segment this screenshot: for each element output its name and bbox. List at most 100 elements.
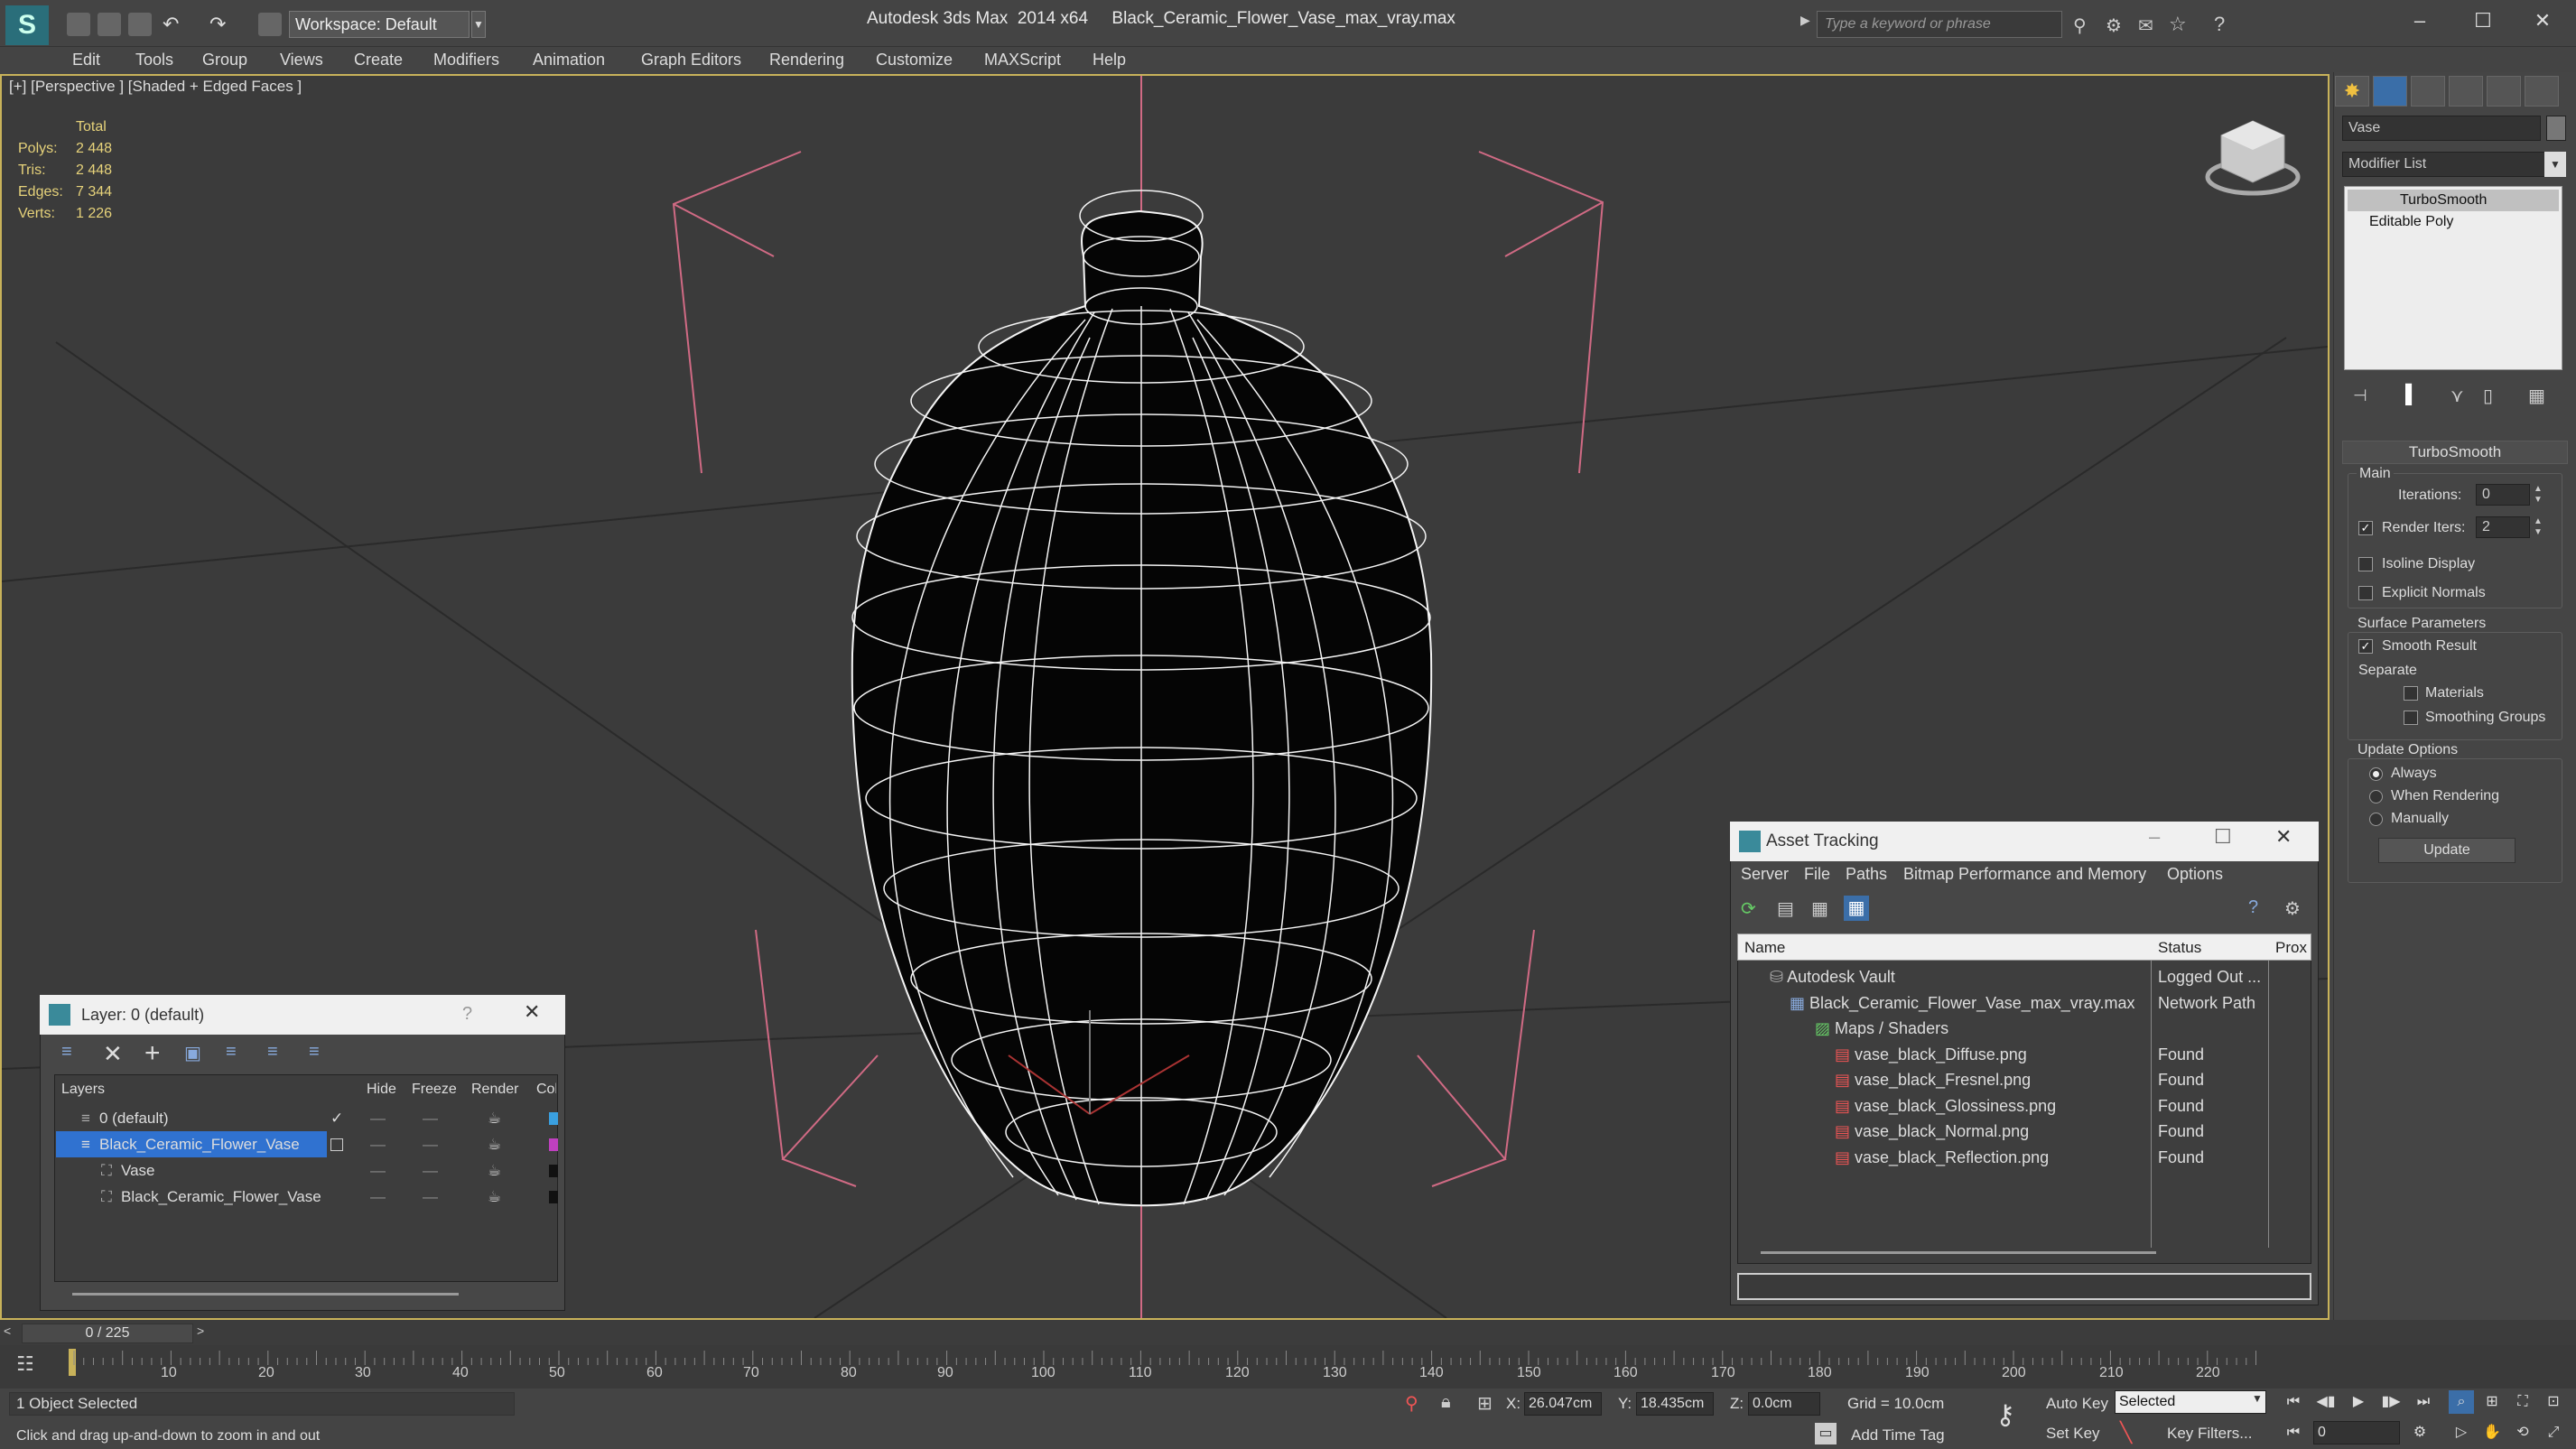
asset-row[interactable]: ▤ vase_black_Glossiness.png [1835, 1093, 2056, 1119]
turbosmooth-rollout-header[interactable]: TurboSmooth [2342, 441, 2568, 464]
menu-customize[interactable]: Customize [876, 47, 953, 72]
isoline-display-checkbox[interactable] [2358, 557, 2373, 571]
column-layers[interactable]: Layers [61, 1082, 105, 1098]
spinner-arrows-icon[interactable]: ▲ ▼ [2534, 484, 2543, 506]
viewcube-icon[interactable] [2203, 116, 2302, 202]
layer-row[interactable]: ⛶ Vase — — ☕ [56, 1157, 558, 1184]
minimize-icon[interactable]: – [2149, 825, 2160, 849]
hierarchy-tab-icon[interactable] [2411, 76, 2445, 107]
chevron-down-icon[interactable]: ▼ [2544, 152, 2566, 177]
previous-key-icon[interactable]: ◀▮ [2313, 1390, 2339, 1414]
menu-help[interactable]: Help [1093, 47, 1126, 72]
refresh-icon[interactable]: ⟳ [1741, 897, 1756, 920]
column-freeze[interactable]: Freeze [412, 1082, 457, 1098]
set-key-icon[interactable]: ⚷ [1995, 1399, 2015, 1431]
time-slider[interactable] [0, 1320, 2576, 1345]
minimize-icon[interactable]: – [2393, 5, 2447, 36]
horizontal-scrollbar[interactable] [72, 1293, 459, 1296]
asset-row[interactable]: ▦ Black_Ceramic_Flower_Vase_max_vray.max [1790, 990, 2134, 1017]
zoom-all-icon[interactable]: ⊞ [2479, 1390, 2505, 1414]
current-layer-toggle[interactable] [330, 1138, 343, 1151]
viewport-label[interactable]: [+] [Perspective ] [Shaded + Edged Faces… [9, 78, 302, 96]
column-name[interactable]: Name [1744, 939, 1785, 957]
new-layer-icon[interactable]: ≡ [61, 1042, 85, 1065]
asset-menu-file[interactable]: File [1804, 865, 1830, 884]
update-button[interactable]: Update [2378, 838, 2516, 863]
close-icon[interactable]: ✕ [524, 1000, 540, 1024]
close-icon[interactable]: ✕ [2275, 825, 2292, 849]
menu-group[interactable]: Group [202, 47, 247, 72]
mini-curve-editor-icon[interactable]: ☷ [16, 1352, 34, 1376]
layer-color-swatch[interactable] [549, 1165, 558, 1177]
asset-row[interactable]: ▤ vase_black_Diffuse.png [1835, 1042, 2027, 1068]
layer-color-swatch[interactable] [549, 1112, 558, 1125]
layer-row-controls[interactable]: — — ☕ [327, 1131, 558, 1157]
explicit-normals-checkbox[interactable] [2358, 586, 2373, 600]
render-teapot-icon[interactable]: ☕ [488, 1157, 501, 1184]
asset-row[interactable]: ▤ vase_black_Reflection.png [1835, 1145, 2049, 1171]
zoom-extents-all-icon[interactable]: ⊡ [2541, 1390, 2566, 1414]
subscription-icon[interactable]: ⚙ [2106, 14, 2122, 37]
make-unique-icon[interactable]: ⋎ [2450, 385, 2464, 407]
layer-row[interactable]: ⛶ Black_Ceramic_Flower_Vase — — ☕ [56, 1184, 558, 1210]
go-to-start-icon[interactable]: ⏮ [2281, 1390, 2306, 1414]
asset-path-field[interactable] [1737, 1273, 2311, 1300]
menu-graph-editors[interactable]: Graph Editors [641, 47, 741, 72]
add-to-layer-icon[interactable]: + [144, 1038, 161, 1069]
isolate-pin-icon[interactable]: ⚲ [1405, 1392, 1418, 1415]
always-radio[interactable] [2369, 767, 2383, 781]
menu-views[interactable]: Views [280, 47, 323, 72]
field-of-view-icon[interactable]: ▷ [2449, 1421, 2474, 1444]
render-teapot-icon[interactable]: ☕ [488, 1105, 501, 1131]
manually-radio[interactable] [2369, 813, 2383, 826]
smooth-result-checkbox[interactable]: ✓ [2358, 639, 2373, 654]
render-teapot-icon[interactable]: ☕ [488, 1184, 501, 1210]
asset-menu-paths[interactable]: Paths [1846, 865, 1887, 884]
favorites-star-icon[interactable]: ☆ [2169, 13, 2187, 36]
save-file-icon[interactable] [128, 13, 152, 36]
column-status[interactable]: Status [2158, 939, 2201, 957]
menu-tools[interactable]: Tools [135, 47, 173, 72]
selected-set-dropdown[interactable]: Selected [2115, 1390, 2266, 1414]
layer-color-swatch[interactable] [549, 1138, 558, 1151]
key-filters-button[interactable]: Key Filters... [2167, 1425, 2252, 1443]
communication-icon[interactable]: ✉ [2138, 14, 2153, 37]
zoom-extents-icon[interactable]: ⛶ [2510, 1390, 2535, 1414]
delete-layer-icon[interactable]: ✕ [103, 1040, 123, 1068]
horizontal-scrollbar[interactable] [1761, 1251, 2156, 1254]
play-icon[interactable]: ▶ [2346, 1390, 2371, 1414]
freeze-toggle[interactable]: — [423, 1184, 438, 1210]
menu-rendering[interactable]: Rendering [769, 47, 844, 72]
create-tab-icon[interactable]: ✸ [2335, 76, 2369, 107]
chevron-right-icon[interactable]: ▶ [1800, 13, 1815, 36]
close-icon[interactable]: ✕ [2516, 5, 2570, 36]
object-name-field[interactable]: Vase [2342, 116, 2541, 141]
time-tag-icon[interactable]: ▭ [1815, 1423, 1837, 1444]
app-logo-icon[interactable]: S [5, 5, 49, 45]
render-iters-spinner[interactable]: 2 [2476, 516, 2530, 538]
object-color-swatch[interactable] [2546, 116, 2566, 141]
menu-animation[interactable]: Animation [533, 47, 605, 72]
time-slider-thumb[interactable]: 0 / 225 [22, 1324, 193, 1343]
hide-toggle[interactable]: — [370, 1131, 386, 1157]
auto-key-button[interactable]: Auto Key [2046, 1395, 2108, 1413]
spinner-arrows-icon[interactable]: ▲ ▼ [2534, 516, 2543, 538]
search-input[interactable]: Type a keyword or phrase [1817, 11, 2062, 38]
asset-menu-server[interactable]: Server [1741, 865, 1789, 884]
stack-item-turbosmooth[interactable]: TurboSmooth [2348, 190, 2559, 211]
hide-all-layers-icon[interactable]: ≡ [267, 1042, 278, 1063]
go-to-end-icon[interactable]: ⏭ [2411, 1390, 2436, 1414]
materials-checkbox[interactable] [2404, 686, 2418, 701]
asset-menu-bitmap-performance[interactable]: Bitmap Performance and Memory [1903, 865, 2146, 884]
orbit-icon[interactable]: ⟲ [2510, 1421, 2535, 1444]
when-rendering-radio[interactable] [2369, 790, 2383, 803]
stack-item-editable-poly[interactable]: Editable Poly [2348, 211, 2559, 233]
freeze-toggle[interactable]: — [423, 1157, 438, 1184]
menu-create[interactable]: Create [354, 47, 403, 72]
display-tab-icon[interactable] [2487, 76, 2521, 107]
key-mode-icon[interactable]: ╲ [2120, 1421, 2132, 1444]
asset-row[interactable]: ▤ vase_black_Normal.png [1835, 1119, 2029, 1145]
show-end-result-icon[interactable]: ▌ [2405, 385, 2418, 405]
maximize-icon[interactable]: ☐ [2214, 825, 2232, 849]
time-configuration-icon[interactable]: ⚙ [2407, 1421, 2432, 1444]
